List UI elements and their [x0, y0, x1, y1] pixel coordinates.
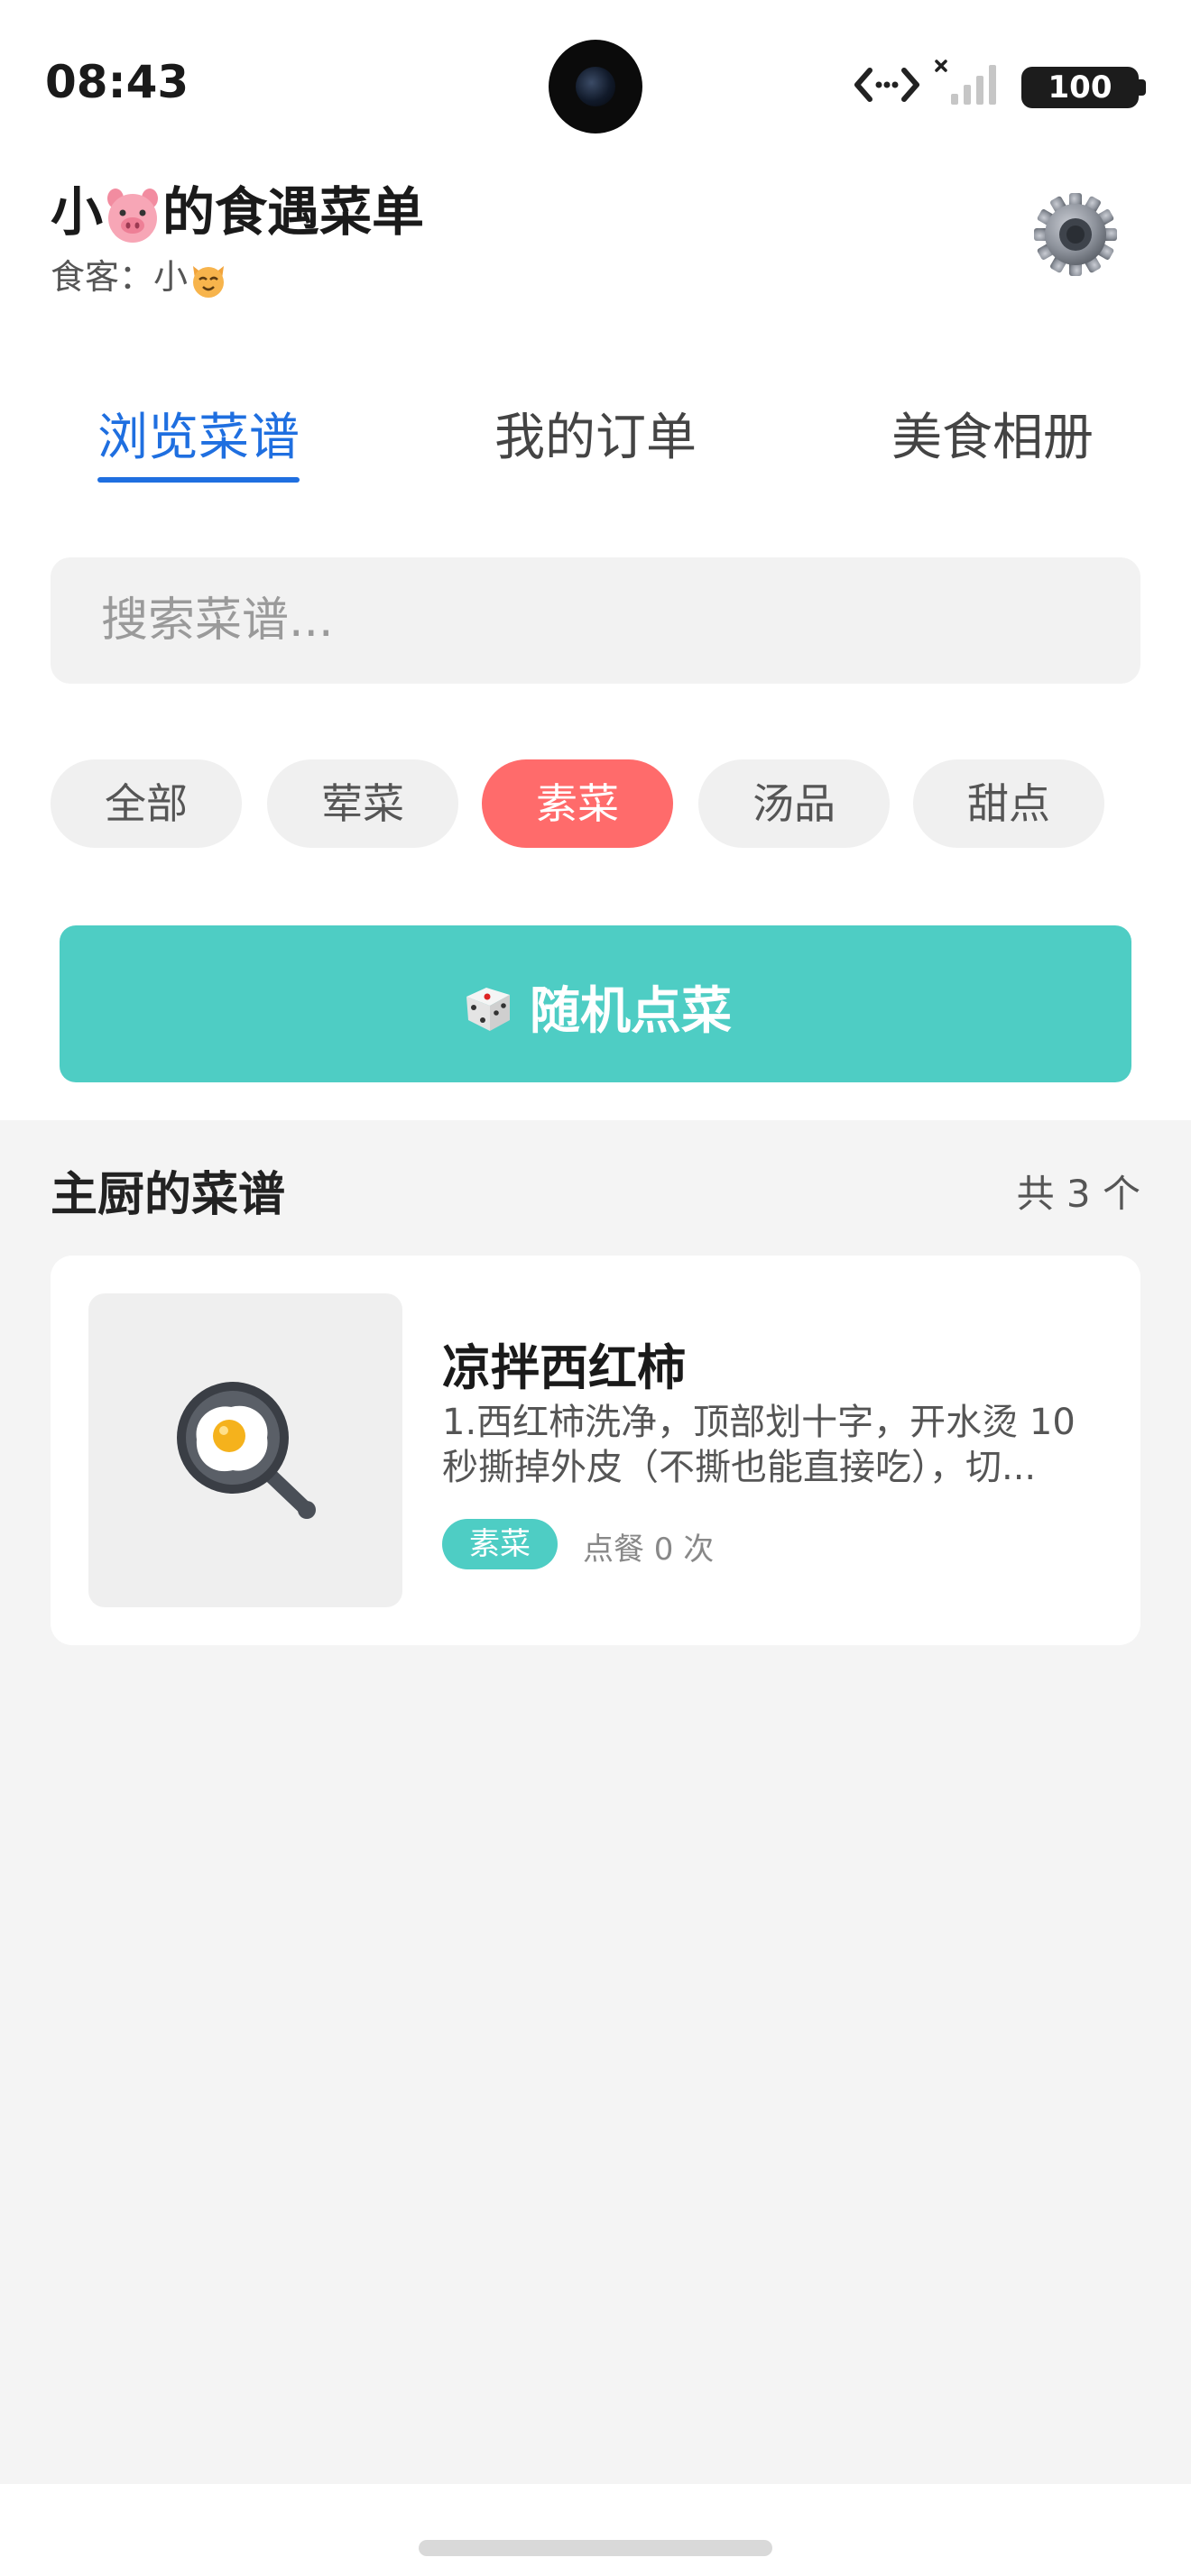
pig-face-icon	[107, 188, 159, 243]
title-suffix: 的食遇菜单	[162, 181, 425, 243]
tab-my-orders[interactable]: 我的订单	[494, 397, 697, 470]
random-order-button[interactable]: 随机点菜	[60, 925, 1131, 1082]
recipe-list-section: 主厨的菜谱 共 3 个 凉拌西红柿 1.西红柿洗净，顶部划十字，开水烫 10 秒…	[0, 1120, 1191, 2484]
random-button-label: 随机点菜	[530, 982, 732, 1041]
home-indicator[interactable]	[419, 2540, 772, 2556]
tab-label: 浏览菜谱	[97, 409, 300, 467]
category-filter: 全部 荤菜 素菜 汤品 甜点	[51, 759, 1140, 848]
search-input[interactable]	[101, 557, 1094, 684]
category-chip-dessert[interactable]: 甜点	[913, 759, 1104, 848]
gear-icon	[1034, 193, 1117, 276]
battery-tip	[1139, 79, 1146, 96]
status-bar: 08:43 100	[0, 0, 1191, 171]
category-chip-vegetable[interactable]: 素菜	[482, 759, 673, 848]
category-chip-all[interactable]: 全部	[51, 759, 242, 848]
diner-label: 食客：小	[51, 249, 229, 300]
settings-button[interactable]	[1030, 189, 1121, 280]
app-screen: 08:43 100 小 的食遇菜单 食客：小 浏览菜谱 我的订单 美食相册 搜索…	[0, 0, 1191, 2576]
battery-indicator: 100	[1021, 67, 1139, 108]
page-title: 小 的食遇菜单	[51, 170, 424, 245]
tab-label: 美食相册	[891, 409, 1094, 467]
tab-bar: 浏览菜谱 我的订单 美食相册	[0, 397, 1191, 483]
active-tab-underline	[97, 477, 300, 483]
search-box	[51, 557, 1140, 684]
recipe-count: 共 3 个	[1016, 1172, 1140, 1216]
recipe-card[interactable]: 凉拌西红柿 1.西红柿洗净，顶部划十字，开水烫 10 秒撕掉外皮（不撕也能直接吃…	[51, 1256, 1140, 1645]
front-camera	[549, 40, 642, 133]
recipe-name: 凉拌西红柿	[442, 1339, 686, 1396]
section-title: 主厨的菜谱	[51, 1168, 286, 1222]
status-time: 08:43	[45, 56, 189, 108]
tab-food-album[interactable]: 美食相册	[891, 397, 1094, 470]
diner-prefix: 食客：小	[51, 257, 189, 297]
recipe-description: 1.西红柿洗净，顶部划十字，开水烫 10 秒撕掉外皮（不撕也能直接吃），切...	[442, 1402, 1076, 1488]
recipe-thumbnail	[88, 1293, 402, 1607]
gesture-bar	[0, 2484, 1191, 2576]
camera-lens	[576, 67, 615, 106]
recipe-order-count: 点餐 0 次	[583, 1532, 715, 1568]
title-prefix: 小	[51, 181, 104, 243]
tab-label: 我的订单	[494, 409, 697, 467]
recipe-category-badge: 素菜	[442, 1519, 558, 1569]
dice-icon	[466, 987, 510, 1031]
category-chip-soup[interactable]: 汤品	[698, 759, 890, 848]
tab-browse-recipes[interactable]: 浏览菜谱	[97, 397, 300, 483]
battery-level: 100	[1048, 69, 1113, 106]
cat-face-icon	[193, 265, 225, 298]
random-button-content: 随机点菜	[60, 971, 1131, 1041]
cellular-signal-icon	[935, 60, 996, 105]
category-chip-meat[interactable]: 荤菜	[267, 759, 458, 848]
data-transfer-icon	[854, 68, 919, 102]
status-icons: 100	[821, 60, 1146, 114]
frying-pan-egg-icon	[177, 1382, 316, 1519]
